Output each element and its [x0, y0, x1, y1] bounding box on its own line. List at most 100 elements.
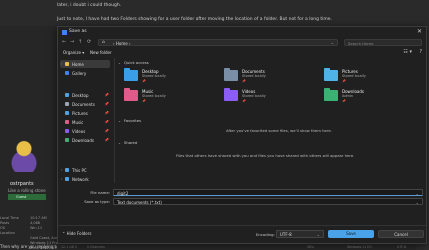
- sidebar-item-pictures[interactable]: Pictures 📌: [60, 109, 110, 117]
- hide-folders-toggle[interactable]: ⌃ Hide Folders: [62, 231, 91, 236]
- search-placeholder: Search Home: [348, 41, 374, 46]
- videos-icon: [65, 129, 69, 133]
- computer-icon: [65, 168, 69, 172]
- chevron-down-icon[interactable]: ⌄: [331, 40, 334, 45]
- chevron-down-icon: ⌄: [118, 141, 121, 145]
- pane-divider[interactable]: [114, 58, 115, 183]
- chevron-down-icon[interactable]: ⌄: [317, 232, 320, 237]
- folder-icon: [224, 88, 238, 101]
- pictures-icon: [65, 111, 69, 115]
- pin-icon: 📌: [242, 79, 246, 83]
- up-arrow-icon[interactable]: ↑: [78, 39, 82, 45]
- save-button[interactable]: Save: [328, 230, 374, 238]
- encoding-label: Encoding:: [256, 232, 275, 237]
- command-toolbar: Organize ▾ New folder ☷ ▾ ?: [58, 49, 426, 57]
- chevron-down-icon[interactable]: ⌄: [416, 200, 419, 205]
- sidebar-item-network[interactable]: › Network: [60, 175, 110, 183]
- section-quick-access[interactable]: ⌄ Quick access: [118, 60, 149, 65]
- section-favorites[interactable]: ⌄ Favorites: [118, 118, 141, 123]
- chevron-right-icon[interactable]: ›: [61, 177, 62, 181]
- sidebar-item-desktop[interactable]: Desktop 📌: [60, 91, 110, 99]
- chevron-right-icon[interactable]: ›: [61, 168, 62, 172]
- sidebar-item-home[interactable]: › Home: [60, 60, 110, 68]
- pin-icon: 📌: [142, 99, 146, 103]
- navigation-pane: › Home Gallery Desktop 📌 Documents 📌 Pic…: [58, 58, 114, 183]
- documents-icon: [65, 102, 69, 106]
- new-folder-button[interactable]: New folder: [90, 50, 112, 55]
- stat-row: Local Time 10:17 AM: [0, 216, 47, 220]
- organize-button[interactable]: Organize ▾: [63, 50, 84, 55]
- pin-icon: 📌: [104, 101, 109, 106]
- back-arrow-icon[interactable]: ←: [62, 39, 66, 45]
- pin-icon: 📌: [242, 99, 246, 103]
- editor-status-bar: 12.1 GB 5 0 Channels 38% Windows 11 EO U…: [57, 244, 416, 250]
- pin-icon: 📌: [342, 99, 346, 103]
- desktop-icon: [65, 93, 69, 97]
- folder-icon: [124, 68, 138, 81]
- chevron-right-icon[interactable]: ›: [61, 62, 62, 66]
- gallery-icon: [65, 71, 69, 75]
- chevron-down-icon: ⌄: [118, 119, 121, 123]
- navigation-bar: ← → ↑ ⟳ ⌂ › Home › ⌄ Search Home: [58, 38, 426, 47]
- quick-access-tile-downloads[interactable]: Downloads Admin 📌: [322, 88, 402, 104]
- address-path: › Home ›: [113, 41, 131, 46]
- music-icon: [65, 120, 69, 124]
- chevron-down-icon[interactable]: ⌄: [416, 191, 419, 196]
- sidebar-item-videos[interactable]: Videos 📌: [60, 127, 110, 135]
- home-icon: [65, 62, 69, 66]
- sidebar-item-music[interactable]: Music 📌: [60, 118, 110, 126]
- quick-access-tile-videos[interactable]: Videos Stored locally 📌: [222, 88, 302, 104]
- forum-reply-text: Then why are you replying to: [0, 244, 59, 249]
- shared-empty-message: Files that others have shared with you a…: [176, 153, 355, 158]
- user-badge: Guest: [8, 194, 46, 200]
- pin-icon: 📌: [342, 79, 346, 83]
- file-name-label: File name:: [90, 190, 110, 195]
- cancel-button[interactable]: Cancel: [378, 230, 424, 238]
- quick-access-tile-pictures[interactable]: Pictures Stored locally 📌: [322, 68, 402, 84]
- notepad-app-icon: [62, 29, 67, 35]
- avatar[interactable]: [10, 136, 38, 172]
- encoding-select[interactable]: UTF-8 ⌄: [276, 230, 324, 238]
- search-input[interactable]: Search Home: [344, 39, 422, 46]
- home-icon: ⌂: [102, 40, 105, 45]
- dialog-title: Save as: [69, 29, 87, 34]
- view-options-icon[interactable]: ☷ ▾: [403, 49, 412, 55]
- quick-access-tile-documents[interactable]: Documents Stored locally 📌: [222, 68, 302, 84]
- pin-icon: 📌: [104, 119, 109, 124]
- favorites-empty-message: After you've favorited some files, we'll…: [226, 128, 332, 133]
- quick-access-tile-music[interactable]: Music Stored locally 📌: [122, 88, 202, 104]
- pin-icon: 📌: [104, 110, 109, 115]
- file-list-pane: ⌄ Quick access Desktop Stored locally 📌 D…: [116, 58, 428, 183]
- folder-icon: [224, 68, 238, 81]
- pin-icon: 📌: [104, 128, 109, 133]
- folder-icon: [324, 88, 338, 101]
- quick-access-tile-desktop[interactable]: Desktop Stored locally 📌: [122, 68, 202, 84]
- file-name-field[interactable]: digit2 ⌄: [113, 189, 423, 196]
- forum-line-2: Just to note, I have had two Folders sho…: [57, 17, 332, 22]
- refresh-icon[interactable]: ⟳: [87, 39, 91, 45]
- sidebar-item-downloads[interactable]: Downloads 📌: [60, 136, 110, 144]
- folder-icon: [124, 88, 138, 101]
- address-bar[interactable]: ⌂ › Home › ⌄: [98, 39, 338, 46]
- downloads-icon: [65, 138, 69, 142]
- chevron-down-icon: ⌄: [118, 61, 121, 65]
- folder-icon: [324, 68, 338, 81]
- help-icon[interactable]: ?: [419, 49, 422, 55]
- sidebar-item-documents[interactable]: Documents 📌: [60, 100, 110, 108]
- dialog-footer: ⌃ Hide Folders Encoding: UTF-8 ⌄ Save Ca…: [58, 225, 426, 243]
- sidebar-item-this-pc[interactable]: › This PC: [60, 166, 110, 174]
- dialog-titlebar[interactable]: Save as ✕: [58, 27, 426, 37]
- forward-arrow-icon[interactable]: →: [70, 39, 74, 45]
- close-icon[interactable]: ✕: [417, 28, 422, 35]
- stat-row: OS Win 11: [0, 226, 43, 230]
- save-type-select[interactable]: Text documents (*.txt) ⌄: [113, 198, 423, 205]
- username[interactable]: ostrpants: [10, 181, 34, 187]
- pin-icon: 📌: [142, 79, 146, 83]
- pin-icon: 📌: [104, 92, 109, 97]
- forum-post-text: later, i doubt i could though. Just to n…: [0, 0, 429, 26]
- section-shared[interactable]: ⌄ Shared: [118, 140, 137, 145]
- user-title: Like a rolling stone: [8, 188, 46, 193]
- stat-row: Location: [0, 231, 15, 235]
- sidebar-item-gallery[interactable]: Gallery: [60, 69, 110, 77]
- forum-line-1: later, i doubt i could though.: [57, 3, 122, 8]
